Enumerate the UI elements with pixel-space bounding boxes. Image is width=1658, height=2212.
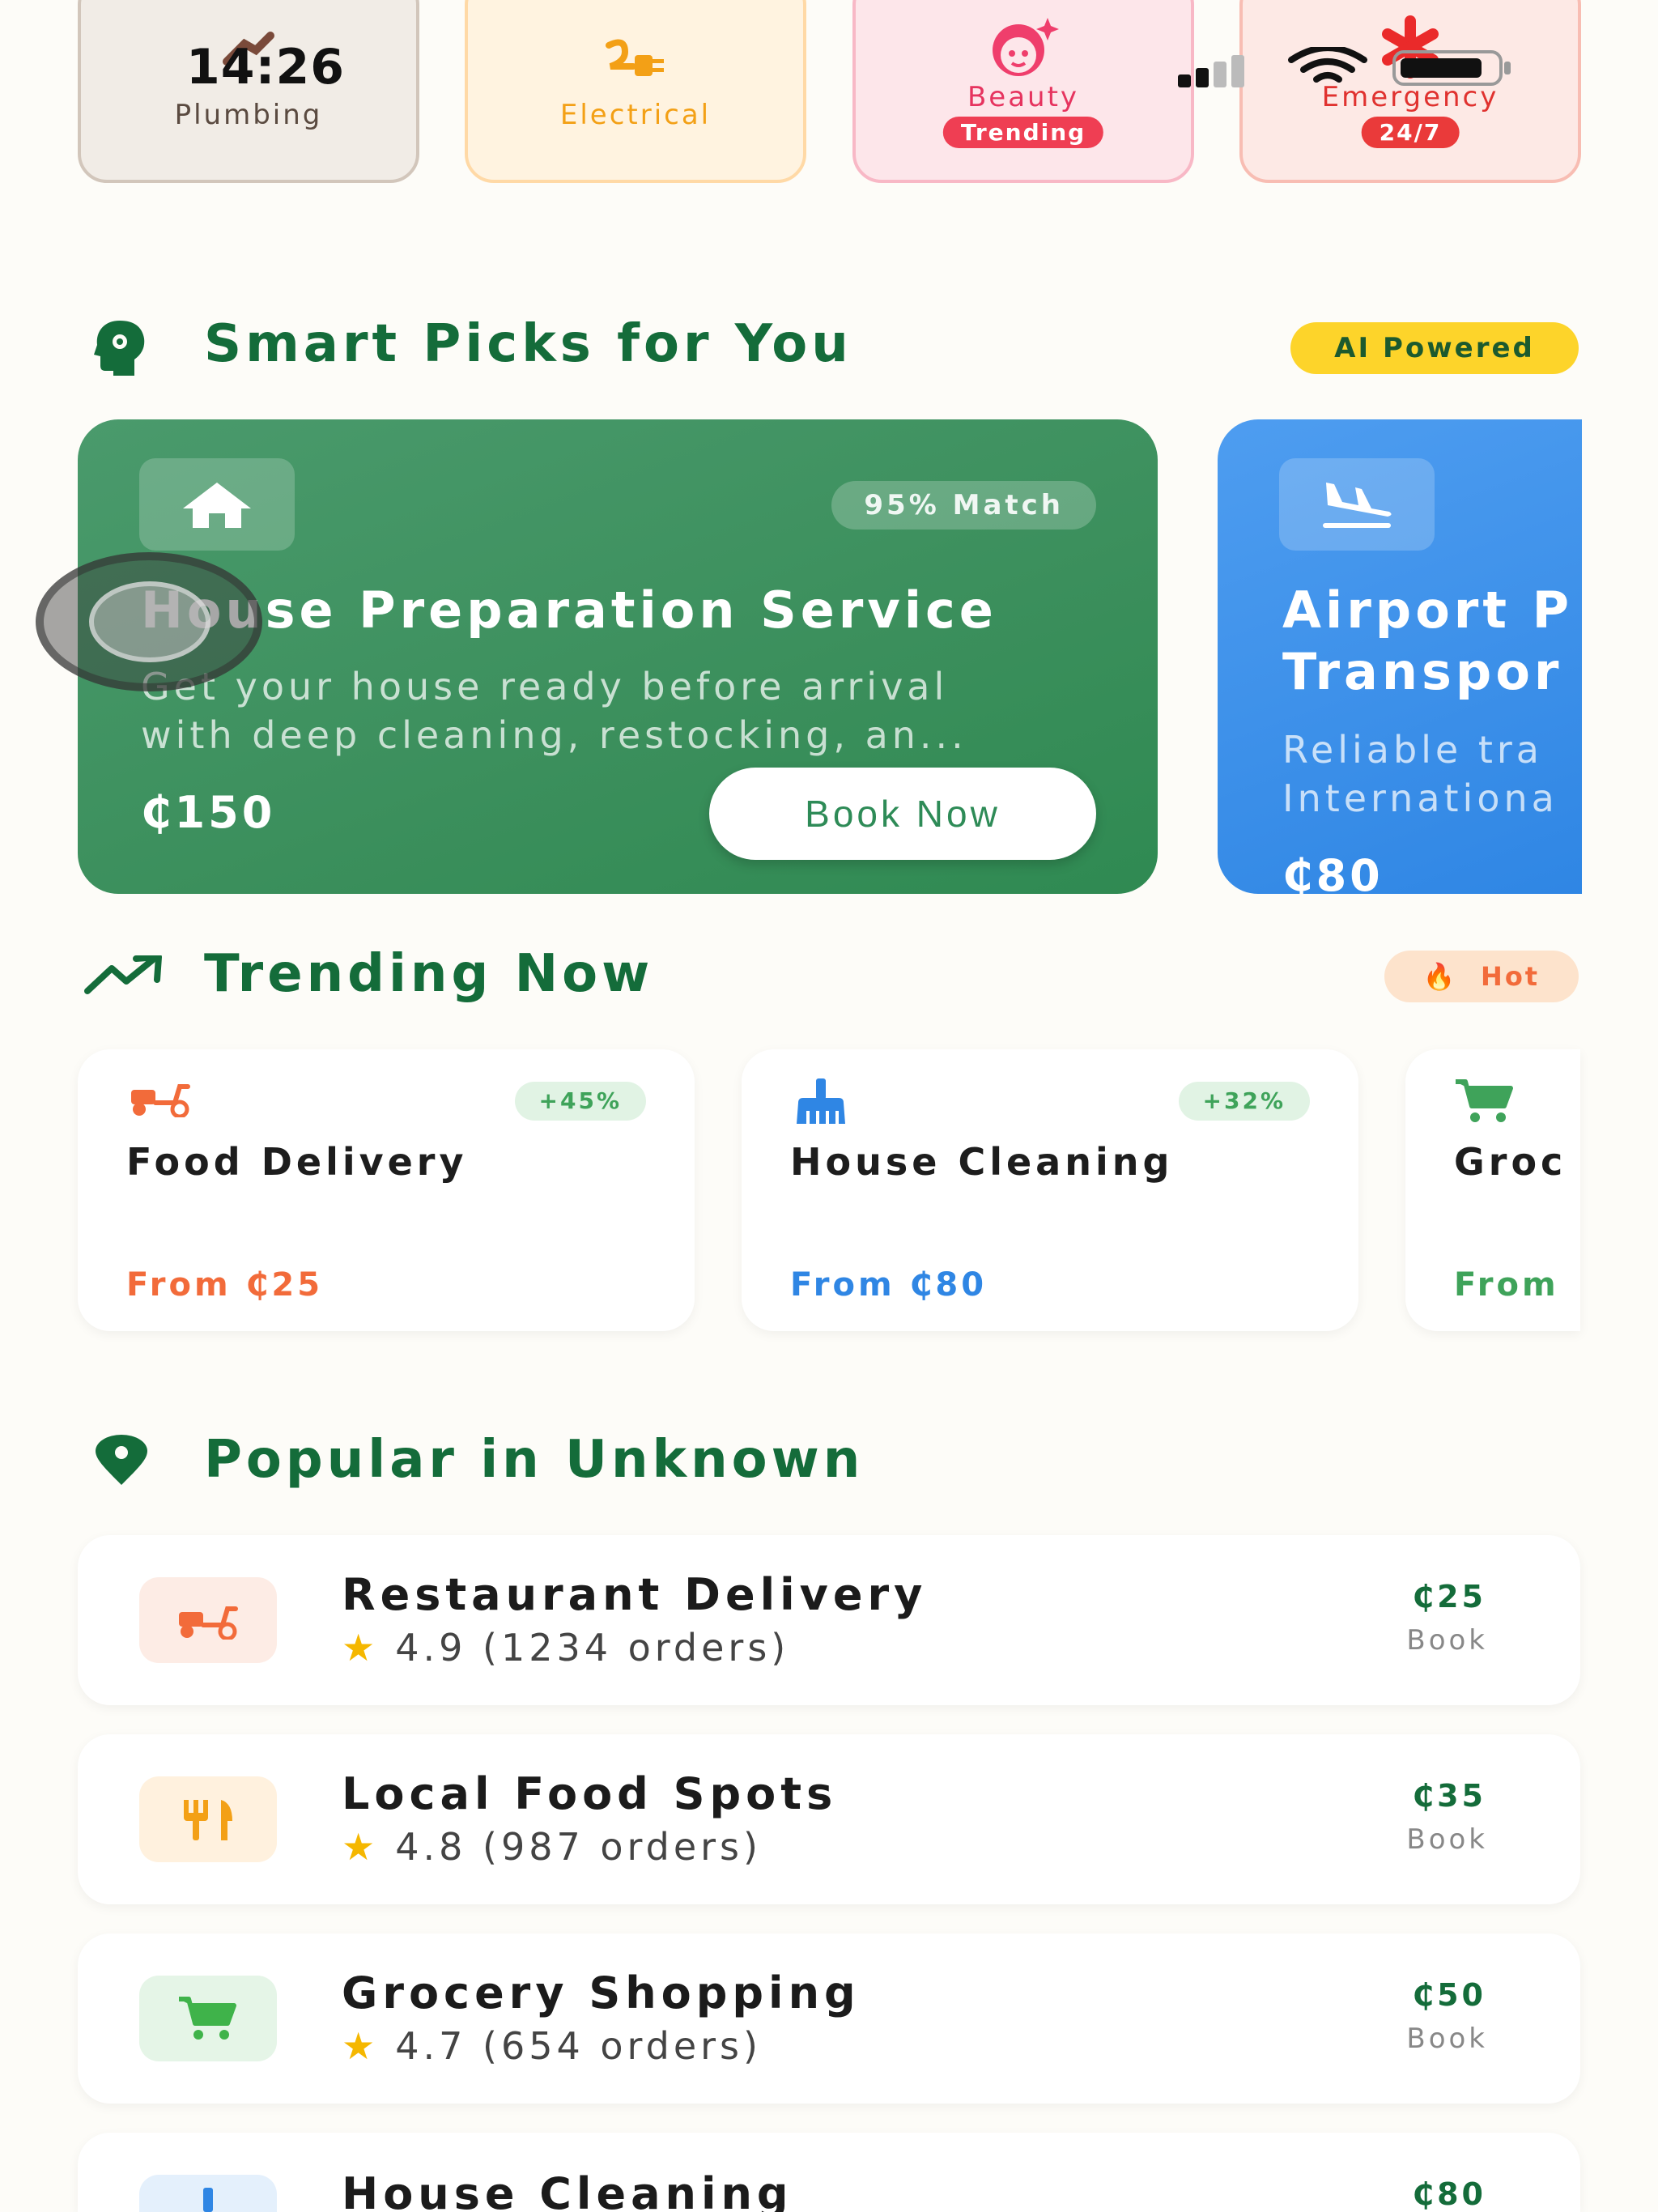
hot-badge-label: Hot [1481, 961, 1541, 992]
popular-item-price: ₵80 [1412, 2176, 1486, 2212]
cellular-signal-icon [1178, 55, 1244, 87]
pick-desc-line1: Reliable tra [1282, 728, 1543, 772]
trend-percentage: +32% [1178, 1082, 1310, 1121]
match-badge: 95% Match [831, 481, 1096, 530]
popular-item-name: Grocery Shopping [342, 1967, 861, 2018]
popular-item-name: Restaurant Delivery [342, 1569, 928, 1620]
pick-price: ₵150 [141, 787, 276, 838]
emergency-badge: 24/7 [1361, 117, 1460, 148]
category-label: Emergency [1321, 81, 1499, 113]
trend-title: House Cleaning [790, 1140, 1174, 1184]
fire-icon: 🔥 [1422, 961, 1458, 992]
category-label: Plumbing [174, 99, 323, 131]
star-icon: ★ [342, 1626, 380, 1670]
battery-icon [1392, 50, 1511, 86]
ai-powered-badge: AI Powered [1290, 322, 1579, 374]
popular-item-restaurant-delivery[interactable]: Restaurant Delivery ★ 4.9 (1234 orders) ₵… [78, 1535, 1580, 1705]
popular-item-local-food-spots[interactable]: Local Food Spots ★ 4.8 (987 orders) ₵35 B… [78, 1734, 1580, 1904]
popular-item-name: Local Food Spots [342, 1768, 838, 1819]
category-electrical[interactable]: Electrical [465, 0, 806, 183]
trend-title: Food Delivery [126, 1140, 468, 1184]
utensils-icon [184, 1800, 232, 1840]
face-icon [993, 18, 1059, 76]
category-beauty[interactable]: Beauty Trending [852, 0, 1194, 183]
popular-item-grocery-shopping[interactable]: Grocery Shopping ★ 4.7 (654 orders) ₵50 B… [78, 1933, 1580, 2104]
section-title-smart-picks: Smart Picks for You [204, 314, 852, 374]
smart-pick-card-airport[interactable]: Airport P Transpor Reliable tra Internat… [1218, 419, 1582, 894]
pick-icon-box [1279, 458, 1435, 551]
location-pin-icon [96, 1435, 147, 1485]
book-button[interactable]: Book [1406, 2023, 1488, 2055]
trending-card-grocery[interactable]: Groc From [1405, 1049, 1580, 1331]
popular-item-price: ₵35 [1412, 1778, 1486, 1814]
popular-item-price: ₵25 [1412, 1579, 1486, 1614]
touch-indicator [36, 552, 262, 691]
popular-icon-box [139, 1776, 277, 1862]
trend-percentage: +45% [514, 1082, 646, 1121]
popular-item-price: ₵50 [1412, 1977, 1486, 2013]
hot-badge: 🔥 Hot [1384, 951, 1579, 1002]
section-title-trending: Trending Now [204, 944, 654, 1004]
airplane-landing-icon [1323, 483, 1392, 528]
section-title-popular: Popular in Unknown [204, 1430, 865, 1490]
pick-title-line2: Transpor [1282, 642, 1563, 701]
cart-icon [179, 1997, 236, 2040]
popular-item-house-cleaning[interactable]: House Cleaning ₵80 [78, 2133, 1580, 2212]
popular-item-rating: ★ 4.9 (1234 orders) [342, 1626, 790, 1670]
trend-price: From ₵80 [790, 1266, 988, 1304]
trend-price: From ₵25 [126, 1266, 324, 1304]
trend-price: From [1454, 1266, 1559, 1304]
trending-card-food-delivery[interactable]: +45% Food Delivery From ₵25 [78, 1049, 695, 1331]
popular-icon-box [139, 1976, 277, 2061]
popular-icon-box [139, 2175, 277, 2212]
star-icon: ★ [342, 2024, 380, 2068]
scooter-icon [131, 1084, 190, 1117]
pick-icon-box [139, 458, 295, 551]
popular-item-name: House Cleaning [342, 2168, 793, 2212]
star-icon: ★ [342, 1825, 380, 1869]
pick-desc-line1: Get your house ready before arrival [141, 665, 949, 708]
popular-icon-box [139, 1577, 277, 1663]
cart-icon [1456, 1079, 1513, 1122]
pick-desc-line2: with deep cleaning, restocking, an... [141, 713, 967, 757]
broom-icon [203, 2188, 213, 2212]
plug-icon [606, 39, 664, 76]
status-time: 14:26 [186, 39, 345, 96]
scooter-icon [179, 1606, 238, 1640]
book-button[interactable]: Book [1406, 1823, 1488, 1856]
trending-badge: Trending [942, 117, 1104, 148]
book-now-button[interactable]: Book Now [709, 768, 1096, 860]
trending-card-house-cleaning[interactable]: +32% House Cleaning From ₵80 [742, 1049, 1358, 1331]
pick-title: House Preparation Service [141, 581, 997, 640]
brain-settings-icon [94, 321, 145, 376]
popular-item-rating: ★ 4.8 (987 orders) [342, 1825, 762, 1869]
category-label: Electrical [559, 99, 712, 131]
pick-desc-line2: Internationa [1282, 776, 1558, 820]
wifi-icon [1288, 47, 1367, 83]
trending-up-icon [84, 955, 162, 994]
popular-item-rating: ★ 4.7 (654 orders) [342, 2024, 762, 2068]
pick-price: ₵80 [1282, 850, 1384, 894]
pick-title-line1: Airport P [1282, 581, 1574, 640]
trend-title: Groc [1454, 1140, 1567, 1184]
category-label: Beauty [967, 81, 1080, 113]
home-icon [183, 483, 251, 528]
category-emergency[interactable]: Emergency 24/7 [1239, 0, 1581, 183]
broom-icon [797, 1078, 845, 1124]
book-button[interactable]: Book [1406, 1624, 1488, 1657]
